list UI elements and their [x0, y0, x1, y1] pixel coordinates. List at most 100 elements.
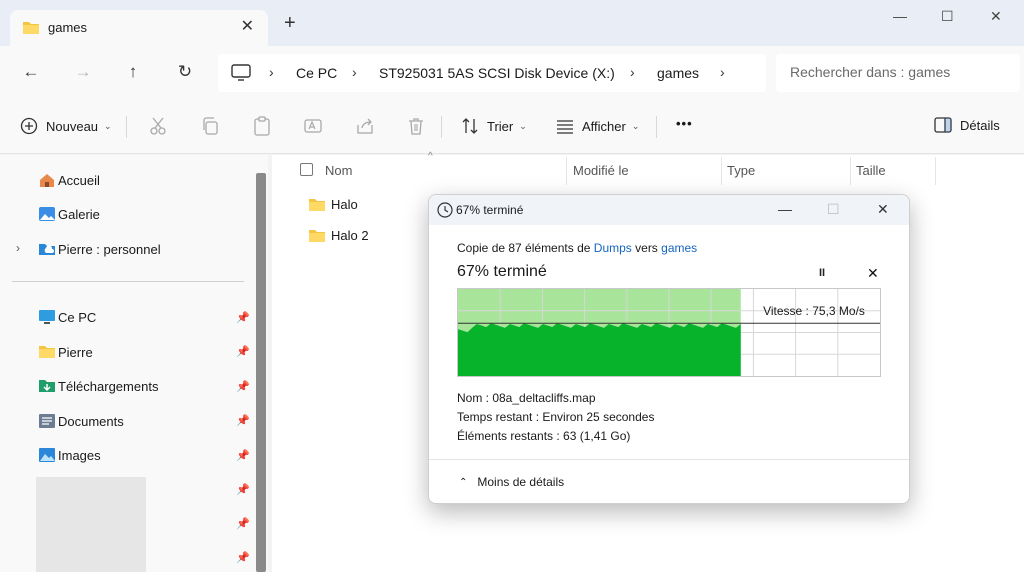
column-header-size[interactable]: Taille: [856, 163, 886, 178]
close-tab-icon[interactable]: ✕: [241, 16, 254, 36]
sidebar-item-label: Accueil: [58, 172, 100, 188]
pin-icon[interactable]: 📌: [236, 345, 250, 358]
file-name: Halo 2: [331, 228, 369, 243]
download-folder-icon: [39, 380, 55, 392]
maximize-button[interactable]: ☐: [827, 201, 840, 218]
sidebar-item-telechargements[interactable]: Téléchargements: [38, 378, 158, 394]
select-all-checkbox[interactable]: [300, 163, 313, 176]
sidebar-item-accueil[interactable]: Accueil: [38, 172, 100, 188]
chevron-up-icon: ⌃: [459, 476, 468, 488]
monitor-icon: [39, 310, 55, 324]
plus-circle-icon: [20, 117, 38, 135]
less-details-button[interactable]: ⌃ Moins de détails: [459, 475, 564, 489]
pin-icon[interactable]: 📌: [236, 551, 250, 564]
time-remaining-line: Temps restant : Environ 25 secondes: [457, 410, 655, 424]
column-divider[interactable]: [566, 157, 567, 185]
copy-progress-dialog: 67% terminé — ☐ ✕ Copie de 87 éléments d…: [428, 194, 910, 504]
pin-icon[interactable]: 📌: [236, 311, 250, 324]
divider: [656, 116, 657, 138]
pin-icon[interactable]: 📌: [236, 517, 250, 530]
search-box[interactable]: [776, 54, 1020, 92]
transfer-speed-graph: [457, 288, 881, 377]
cloud-folder-icon: [39, 244, 55, 255]
source-link[interactable]: Dumps: [594, 241, 632, 255]
sidebar-item-images[interactable]: Images: [38, 447, 101, 463]
sidebar-item-galerie[interactable]: Galerie: [38, 206, 100, 222]
sidebar-scrollbar[interactable]: [256, 173, 266, 572]
home-icon: [40, 174, 54, 187]
pin-icon[interactable]: 📌: [236, 449, 250, 462]
folder-icon: [309, 230, 325, 242]
column-header-name[interactable]: Nom: [325, 163, 352, 178]
sidebar-item-pierre-personnel[interactable]: Pierre : personnel: [38, 241, 161, 257]
chevron-right-icon[interactable]: ›: [16, 241, 20, 255]
speed-area: [458, 323, 741, 376]
sidebar-item-ce-pc[interactable]: Ce PC: [38, 309, 96, 325]
chevron-down-icon: ⌄: [631, 120, 640, 131]
details-button[interactable]: Détails: [934, 117, 1000, 133]
search-input[interactable]: [790, 64, 1010, 80]
sort-button[interactable]: Trier ⌄: [461, 117, 527, 135]
maximize-button[interactable]: ☐: [941, 8, 954, 25]
column-header-type[interactable]: Type: [727, 163, 755, 178]
folder-icon: [39, 346, 55, 358]
chevron-right-icon[interactable]: ›: [269, 64, 274, 80]
speed-label: Vitesse : 75,3 Mo/s: [763, 304, 865, 318]
pin-icon[interactable]: 📌: [236, 483, 250, 496]
clock-icon: [437, 202, 453, 218]
new-tab-button[interactable]: +: [284, 13, 296, 33]
list-item[interactable]: Halo 2: [308, 228, 369, 243]
column-divider[interactable]: [935, 157, 936, 185]
delete-icon[interactable]: [406, 116, 426, 136]
chevron-right-icon[interactable]: ›: [352, 64, 357, 80]
sidebar-item-documents[interactable]: Documents: [38, 413, 124, 429]
column-header-modified[interactable]: Modifié le: [573, 163, 629, 178]
close-dialog-button[interactable]: ✕: [877, 201, 889, 218]
share-icon[interactable]: [355, 116, 375, 136]
copy-icon[interactable]: [200, 116, 220, 136]
refresh-icon[interactable]: ↻: [175, 62, 195, 82]
column-divider[interactable]: [721, 157, 722, 185]
command-bar: Nouveau ⌄ Trier ⌄ Afficher ⌄ ••• Détails: [0, 100, 1024, 154]
view-button[interactable]: Afficher ⌄: [556, 117, 639, 135]
column-divider[interactable]: [850, 157, 851, 185]
pin-icon[interactable]: 📌: [236, 380, 250, 393]
sidebar-item-label: Ce PC: [58, 309, 97, 325]
breadcrumb[interactable]: › Ce PC › ST925031 5AS SCSI Disk Device …: [218, 54, 766, 92]
minimize-button[interactable]: —: [778, 201, 792, 217]
pin-icon[interactable]: 📌: [236, 414, 250, 427]
up-arrow-icon[interactable]: ↑: [123, 62, 143, 82]
breadcrumb-item[interactable]: ST925031 5AS SCSI Disk Device (X:): [379, 65, 615, 81]
folder-icon: [309, 199, 325, 211]
rename-icon[interactable]: [303, 116, 323, 136]
cancel-icon[interactable]: ✕: [867, 265, 879, 282]
minimize-button[interactable]: —: [893, 8, 907, 24]
chevron-right-icon[interactable]: ›: [630, 64, 635, 80]
forward-arrow-icon[interactable]: →: [73, 62, 93, 82]
paste-icon[interactable]: [252, 116, 272, 136]
chevron-right-icon[interactable]: ›: [720, 64, 725, 80]
destination-link[interactable]: games: [661, 241, 697, 255]
tab-games[interactable]: games ✕: [10, 10, 268, 46]
list-item[interactable]: Halo: [308, 197, 358, 212]
pause-icon[interactable]: II: [819, 267, 825, 279]
items-remaining-line: Éléments restants : 63 (1,41 Go): [457, 429, 631, 443]
view-list-icon: [557, 120, 573, 134]
gallery-icon: [39, 207, 55, 221]
copy-mid: vers: [635, 241, 658, 255]
close-window-button[interactable]: ✕: [990, 8, 1002, 25]
sidebar-item-label: Pierre: [58, 344, 93, 360]
folder-icon: [22, 20, 40, 38]
sidebar-item-pierre[interactable]: Pierre: [38, 344, 93, 360]
divider: [441, 116, 442, 138]
breadcrumb-item[interactable]: games: [657, 65, 699, 81]
details-label: Détails: [960, 117, 1000, 133]
breadcrumb-item[interactable]: Ce PC: [296, 65, 337, 81]
file-name: Halo: [331, 197, 358, 212]
file-name-line: Nom : 08a_deltacliffs.map: [457, 391, 596, 405]
back-arrow-icon[interactable]: ←: [21, 62, 41, 82]
cut-icon[interactable]: [148, 116, 168, 136]
details-pane-icon: [934, 117, 952, 133]
more-options-icon[interactable]: •••: [676, 116, 693, 131]
new-button[interactable]: Nouveau ⌄: [20, 117, 112, 135]
